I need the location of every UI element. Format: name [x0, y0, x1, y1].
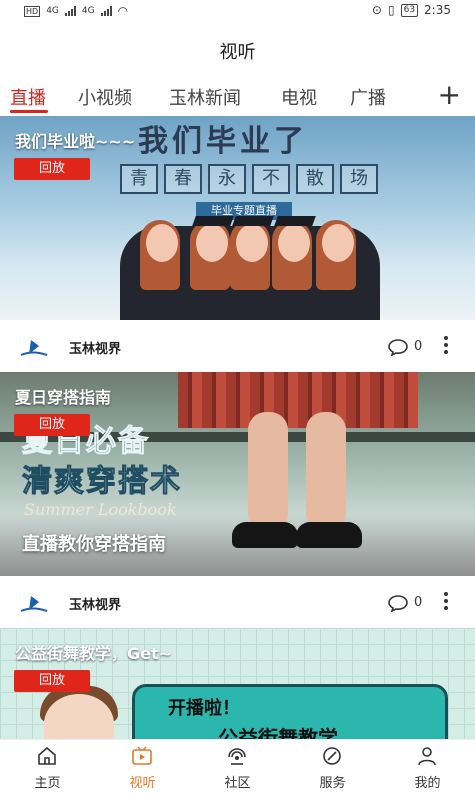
nav-label: 社区: [224, 776, 251, 791]
comment-icon[interactable]: [388, 594, 408, 612]
replay-badge: 回放: [14, 414, 90, 436]
battery-icon: 63: [400, 3, 419, 17]
source-name[interactable]: 玉林视界: [69, 338, 121, 357]
nav-video[interactable]: 视听: [95, 740, 190, 795]
leg-shape: [248, 412, 288, 532]
location-icon: ⊙: [371, 3, 382, 17]
source-name[interactable]: 玉林视界: [69, 594, 121, 613]
signal-icon-2: [100, 6, 112, 16]
thumbnail-subheadline: 清爽穿搭术: [22, 464, 182, 500]
hd-icon: HD: [24, 5, 41, 17]
nav-label: 我的: [414, 776, 441, 791]
video-thumbnail[interactable]: 夏日必备 清爽穿搭术 Summer Lookbook 直播教你穿搭指南 夏日穿搭…: [0, 372, 475, 576]
comment-icon[interactable]: [388, 338, 408, 356]
replay-badge: 回放: [14, 158, 90, 180]
nav-service[interactable]: 服务: [285, 740, 380, 795]
channel-tabs: 直播 小视频 玉林新闻 电视 广播 +: [0, 80, 475, 114]
source-logo-icon: [20, 596, 48, 612]
bottom-navigation: 主页 视听 社区 服务 我的: [0, 739, 475, 795]
source-logo-icon: [20, 340, 48, 356]
slogan-char: 永: [208, 164, 246, 194]
nav-community[interactable]: 社区: [190, 740, 285, 795]
video-feed[interactable]: 我们毕业了 青 春 永 不 散 场 毕业专题直播 我们毕业啦~~~ 回放 玉林视…: [0, 116, 475, 739]
leg-shape: [306, 412, 346, 532]
video-title[interactable]: 我们毕业啦~~~: [15, 128, 135, 152]
slogan-char: 不: [252, 164, 290, 194]
thumbnail-caption: 直播教你穿搭指南: [22, 534, 166, 555]
community-icon: [228, 748, 246, 765]
tab-live[interactable]: 直播: [10, 84, 46, 110]
video-meta: 玉林视界 0: [0, 320, 475, 372]
thumbnail-script-text: Summer Lookbook: [24, 500, 177, 519]
video-thumbnail[interactable]: 我们毕业了 青 春 永 不 散 场 毕业专题直播 我们毕业啦~~~ 回放: [0, 116, 475, 320]
video-card[interactable]: 夏日必备 清爽穿搭术 Summer Lookbook 直播教你穿搭指南 夏日穿搭…: [0, 372, 475, 628]
tab-radio[interactable]: 广播: [350, 84, 386, 110]
clock: 2:35: [424, 3, 451, 17]
comment-count: 0: [414, 339, 423, 354]
nav-profile[interactable]: 我的: [380, 740, 475, 795]
replay-badge: 回放: [14, 670, 90, 692]
status-left: HD 4G 4G ◠: [24, 4, 128, 18]
video-title[interactable]: 公益街舞教学，Get~: [15, 640, 172, 664]
wifi-icon: ◠: [117, 4, 129, 18]
status-bar: HD 4G 4G ◠ ⊙ ▯ 63 2:35: [0, 0, 475, 22]
comment-count: 0: [414, 595, 423, 610]
tab-tv[interactable]: 电视: [281, 84, 317, 110]
slogan-char: 场: [340, 164, 378, 194]
video-title[interactable]: 夏日穿搭指南: [15, 384, 111, 408]
video-meta: 玉林视界 0: [0, 576, 475, 628]
shoe-shape: [296, 522, 362, 548]
tab-short-video[interactable]: 小视频: [78, 84, 132, 110]
thumbnail-headline: 我们毕业了: [138, 124, 308, 159]
nav-label: 服务: [319, 776, 346, 791]
slogan-char: 散: [296, 164, 334, 194]
tab-indicator: [10, 110, 48, 113]
grad-cap-shape: [192, 216, 234, 226]
thumbnail-headline: 开播啦！: [168, 698, 240, 719]
face-shape: [146, 224, 178, 262]
face-shape: [278, 224, 310, 262]
nav-label: 视听: [129, 776, 156, 791]
video-card[interactable]: 开播啦！ 公益街舞教学 公益街舞教学，Get~ 回放: [0, 628, 475, 739]
video-thumbnail[interactable]: 开播啦！ 公益街舞教学 公益街舞教学，Get~ 回放: [0, 628, 475, 739]
vibrate-icon: ▯: [387, 3, 395, 17]
slogan-char: 青: [120, 164, 158, 194]
thumbnail-slogan: 青 春 永 不 散 场: [120, 164, 378, 194]
network-type-1: 4G: [46, 6, 59, 16]
shoe-shape: [232, 522, 298, 548]
network-type-2: 4G: [81, 6, 95, 16]
home-icon: [38, 746, 56, 765]
grad-cap-shape: [232, 216, 274, 226]
add-channel-icon[interactable]: +: [438, 80, 461, 110]
tab-yulin-news[interactable]: 玉林新闻: [169, 84, 241, 110]
skirt-shape: [178, 372, 418, 428]
page-title: 视听: [219, 42, 256, 63]
face-shape: [322, 224, 354, 262]
thumbnail-subheadline: 公益街舞教学: [218, 726, 338, 739]
video-icon: [132, 746, 152, 765]
signal-icon: [64, 6, 76, 16]
more-options-icon[interactable]: [443, 592, 449, 612]
face-shape: [236, 224, 268, 262]
status-right: ⊙ ▯ 63 2:35: [372, 3, 451, 17]
service-icon: [323, 747, 341, 765]
slogan-char: 春: [164, 164, 202, 194]
profile-icon: [418, 747, 436, 766]
video-card[interactable]: 我们毕业了 青 春 永 不 散 场 毕业专题直播 我们毕业啦~~~ 回放 玉林视…: [0, 116, 475, 372]
nav-home[interactable]: 主页: [0, 740, 95, 795]
face-shape: [196, 224, 228, 262]
grad-cap-shape: [274, 216, 316, 226]
more-options-icon[interactable]: [443, 336, 449, 356]
nav-label: 主页: [34, 776, 61, 791]
